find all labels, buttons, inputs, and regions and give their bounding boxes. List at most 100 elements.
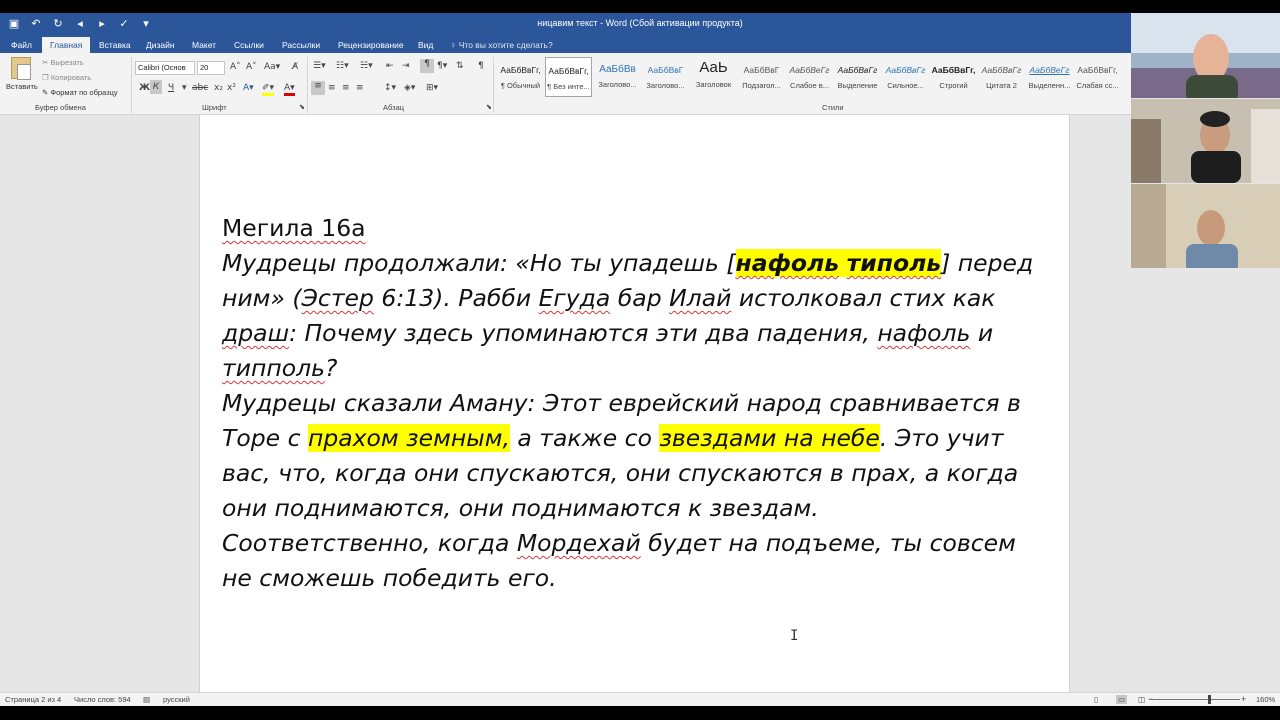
misspelled-word: Эстер <box>301 284 374 312</box>
document-body[interactable]: Мегила 16а Мудрецы продолжали: «Но ты уп… <box>222 211 1052 596</box>
justify-icon[interactable]: ≡ <box>356 83 364 93</box>
align-center-icon[interactable]: ≡ <box>328 83 336 93</box>
style-preview: АаБбВвГ <box>743 65 780 75</box>
paragraph-dialog-launcher-icon[interactable]: ⬊ <box>486 103 492 111</box>
bullets-icon[interactable]: ☰▾ <box>313 61 326 71</box>
paragraph-3: Соответственно, когда Мордехай будет на … <box>222 526 1052 596</box>
shading-icon[interactable]: ◈▾ <box>404 83 415 93</box>
misspelled-word: Илай <box>669 284 732 312</box>
zoom-level[interactable]: 160% <box>1256 695 1275 704</box>
highlight-icon[interactable]: ✐▾ <box>262 83 275 96</box>
borders-icon[interactable]: ⊞▾ <box>426 83 438 93</box>
misspelled-word: драш <box>222 319 290 347</box>
superscript-icon[interactable]: x² <box>227 83 236 93</box>
print-layout-icon[interactable]: ▭ <box>1116 695 1128 704</box>
cut-button[interactable]: ✂ Вырезать <box>42 58 84 67</box>
styles-gallery: АаБбВвГг, ¶ Обычный АаБбВвГг, ¶ Без инте..… <box>497 57 1131 101</box>
decrease-indent-icon[interactable]: ⇤ <box>386 61 394 71</box>
bold-icon[interactable]: Ж <box>139 83 150 93</box>
tab-design[interactable]: Дизайн <box>138 37 183 53</box>
misspelled-word: Егуда <box>538 284 611 312</box>
style-strong[interactable]: АаБбВвГг, Строгий <box>930 57 977 97</box>
strikethrough-icon[interactable]: abc <box>192 83 208 93</box>
show-marks-icon[interactable]: ¶ <box>478 61 484 71</box>
style-quote-2[interactable]: АаБбВвГг Цитата 2 <box>978 57 1025 97</box>
tell-me-box[interactable]: ♀ Что вы хотите сделать? <box>450 37 553 53</box>
rtl-icon[interactable]: ¶ <box>420 59 434 73</box>
tab-file[interactable]: Файл <box>3 37 40 53</box>
style-heading-2[interactable]: АаБбВвГ Заголово... <box>642 57 689 97</box>
window-title: ницавим текст - Word (Сбой активации про… <box>537 18 743 28</box>
underline-dropdown-icon[interactable]: ▾ <box>182 83 187 93</box>
align-left-icon[interactable]: ≡ <box>311 81 325 95</box>
ibeam-cursor-icon: I <box>790 628 799 644</box>
sort-icon[interactable]: ⇅ <box>456 61 464 71</box>
tab-review[interactable]: Рецензирование <box>330 37 412 53</box>
proofing-icon[interactable]: ▤ <box>143 695 150 704</box>
clear-format-icon[interactable]: A̸ <box>292 62 298 72</box>
paste-button[interactable]: Вставить <box>6 57 38 91</box>
tab-home[interactable]: Главная <box>42 37 91 53</box>
grow-font-icon[interactable]: A˄ <box>230 62 241 72</box>
style-name: ¶ Обычный <box>500 81 541 90</box>
font-family-select[interactable]: Calibri (Основ <box>135 61 195 75</box>
page-indicator[interactable]: Страница 2 из 4 <box>5 695 61 704</box>
language-indicator[interactable]: русский <box>163 695 190 704</box>
style-intense-emphasis[interactable]: АаБбВвГг Сильное... <box>882 57 929 97</box>
highlighted-phrase: звездами на небе <box>659 424 880 452</box>
style-emphasis[interactable]: АаБбВвГг Выделение <box>834 57 881 97</box>
highlighted-word: типоль <box>846 249 942 277</box>
word-count[interactable]: Число слов: 594 <box>74 695 131 704</box>
style-name: Заголово... <box>646 81 685 90</box>
highlighted-phrase: прахом земным, <box>307 424 510 452</box>
font-dialog-launcher-icon[interactable]: ⬊ <box>299 103 305 111</box>
style-intense-quote[interactable]: АаБбВеГг Выделенн... <box>1026 57 1073 97</box>
text-effects-icon[interactable]: A▾ <box>243 83 254 93</box>
align-right-icon[interactable]: ≡ <box>342 83 350 93</box>
increase-indent-icon[interactable]: ⇥ <box>402 61 410 71</box>
ltr-icon[interactable]: ¶▾ <box>437 61 447 71</box>
format-painter-button[interactable]: ✎ Формат по образцу <box>42 88 118 97</box>
style-subtitle[interactable]: АаБбВвГ Подзагол... <box>738 57 785 97</box>
subscript-icon[interactable]: x₂ <box>214 83 223 93</box>
style-normal[interactable]: АаБбВвГг, ¶ Обычный <box>497 57 544 97</box>
underline-icon[interactable]: Ч <box>168 83 174 93</box>
line-spacing-icon[interactable]: ↕▾ <box>384 83 396 93</box>
font-size-select[interactable]: 20 <box>197 61 225 75</box>
style-heading-1[interactable]: АаБбВв Заголово... <box>594 57 641 97</box>
zoom-slider[interactable] <box>1150 699 1240 700</box>
style-title[interactable]: АаЬ Заголовок <box>690 57 737 97</box>
font-color-icon[interactable]: A▾ <box>284 83 295 96</box>
shrink-font-icon[interactable]: A˅ <box>246 62 257 72</box>
ribbon-tabs: Файл Главная Вставка Дизайн Макет Ссылки… <box>0 35 1131 53</box>
heading-text: Мегила 16а <box>222 214 366 242</box>
copy-button[interactable]: ❐ Копировать <box>42 73 91 82</box>
style-subtle-emphasis[interactable]: АаБбВеГг Слабое в... <box>786 57 833 97</box>
tab-mailings[interactable]: Рассылки <box>274 37 328 53</box>
format-painter-label: Формат по образцу <box>50 88 118 97</box>
tab-view[interactable]: Вид <box>410 37 441 53</box>
style-preview: АаБбВвГг, <box>931 65 976 75</box>
tab-insert[interactable]: Вставка <box>91 37 139 53</box>
style-name: Цитата 2 <box>986 81 1017 90</box>
numbering-icon[interactable]: ☷▾ <box>336 61 349 71</box>
style-preview: АаЬ <box>699 59 728 76</box>
style-preview: АаБбВвГг <box>837 65 878 75</box>
multilevel-list-icon[interactable]: ☵▾ <box>360 61 373 71</box>
zoom-in-icon[interactable]: + <box>1241 694 1246 704</box>
title-bar: ▣ ↶ ↻ ◂ ▸ ✓ ▾ ницавим текст - Word (Сбой… <box>0 13 1131 35</box>
tab-references[interactable]: Ссылки <box>226 37 272 53</box>
italic-icon[interactable]: К <box>150 80 162 94</box>
divider <box>131 57 132 113</box>
change-case-icon[interactable]: Aa▾ <box>264 62 280 72</box>
read-mode-icon[interactable]: ▯ <box>1094 695 1098 704</box>
text-run: истолковал стих как <box>731 284 996 312</box>
text-run: 6:13). Рабби <box>373 284 539 312</box>
style-preview: АаБбВеГг <box>1029 65 1070 75</box>
text-run: Мудрецы продолжали: «Но ты упадешь [ <box>222 249 736 277</box>
tab-layout[interactable]: Макет <box>184 37 224 53</box>
style-subtle-reference[interactable]: АаБбВвГг, Слабая сс... <box>1074 57 1121 97</box>
cut-label: Вырезать <box>50 58 84 67</box>
style-no-spacing[interactable]: АаБбВвГг, ¶ Без инте... <box>545 57 592 97</box>
zoom-slider-thumb[interactable] <box>1208 695 1211 704</box>
